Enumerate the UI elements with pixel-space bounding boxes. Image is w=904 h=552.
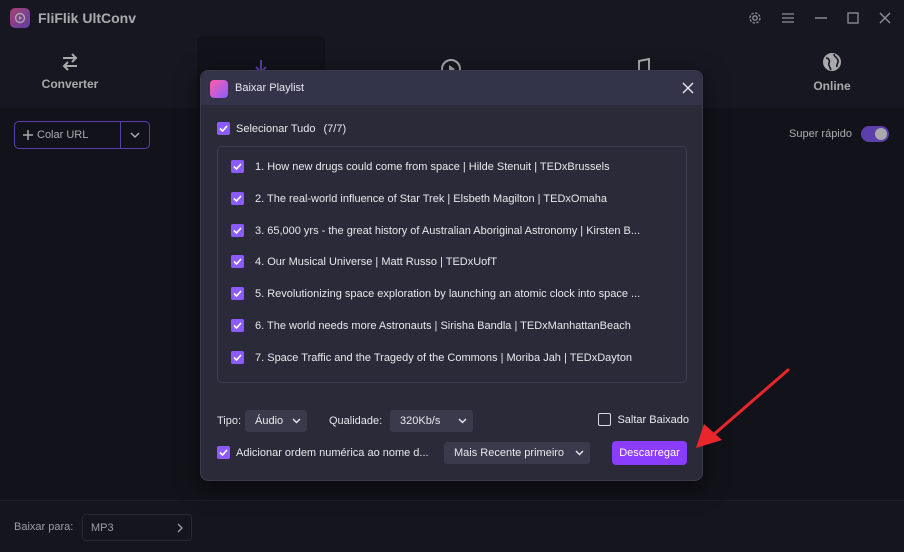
item-title: 4. Our Musical Universe | Matt Russo | T… [255, 255, 498, 268]
list-item[interactable]: 3. 65,000 yrs - the great history of Aus… [231, 224, 671, 237]
select-all-label: Selecionar Tudo [236, 122, 316, 135]
item-check-icon[interactable] [231, 160, 244, 173]
select-all-count: (7/7) [323, 122, 347, 135]
item-title: 6. The world needs more Astronauts | Sir… [255, 319, 631, 332]
item-title: 5. Revolutionizing space exploration by … [255, 287, 641, 300]
type-value: Áudio [255, 415, 284, 427]
dialog-title: Baixar Playlist [235, 82, 305, 94]
select-all-check-icon [217, 122, 230, 135]
list-item[interactable]: 2. The real-world influence of Star Trek… [231, 192, 671, 205]
item-title: 7. Space Traffic and the Tragedy of the … [255, 351, 633, 364]
item-check-icon[interactable] [231, 287, 244, 300]
list-item[interactable]: 7. Space Traffic and the Tragedy of the … [231, 351, 671, 364]
annotation-arrow-icon [696, 368, 790, 448]
quality-label: Qualidade: [329, 415, 383, 427]
chevron-down-icon [292, 418, 301, 424]
dialog-header: Baixar Playlist [201, 71, 702, 105]
item-title: 3. 65,000 yrs - the great history of Aus… [255, 224, 640, 237]
dialog-close-icon[interactable] [680, 80, 696, 96]
type-label: Tipo: [217, 415, 242, 427]
list-item[interactable]: 6. The world needs more Astronauts | Sir… [231, 319, 671, 332]
numeric-order-checkbox[interactable]: Adicionar ordem numérica ao nome d... [217, 446, 429, 459]
dialog-logo-icon [210, 80, 228, 98]
options-row: Tipo: Áudio Qualidade: 320Kb/s Saltar Ba… [217, 410, 689, 432]
order-row: Adicionar ordem numérica ao nome d... Ma… [217, 441, 689, 465]
list-item[interactable]: 5. Revolutionizing space exploration by … [231, 287, 671, 300]
download-button[interactable]: Descarregar [612, 441, 687, 465]
quality-value: 320Kb/s [400, 415, 441, 427]
numeric-order-label: Adicionar ordem numérica ao nome d... [236, 446, 429, 459]
playlist-dialog: Baixar Playlist Selecionar Tudo (7/7) 1.… [200, 70, 703, 481]
item-check-icon[interactable] [231, 192, 244, 205]
item-title: 1. How new drugs could come from space |… [255, 160, 610, 173]
skip-downloaded-checkbox[interactable]: Saltar Baixado [598, 413, 689, 426]
sort-order-value: Mais Recente primeiro [454, 447, 565, 459]
item-check-icon[interactable] [231, 351, 244, 364]
item-check-icon[interactable] [231, 224, 244, 237]
order-check-icon [217, 446, 230, 459]
skip-check-icon [598, 413, 612, 426]
select-all-checkbox[interactable]: Selecionar Tudo (7/7) [217, 122, 346, 135]
item-check-icon[interactable] [231, 255, 244, 268]
quality-select[interactable]: 320Kb/s [390, 410, 473, 432]
chevron-down-icon [458, 418, 467, 424]
item-check-icon[interactable] [231, 319, 244, 332]
skip-downloaded-label: Saltar Baixado [617, 413, 689, 426]
list-item[interactable]: 4. Our Musical Universe | Matt Russo | T… [231, 255, 671, 268]
playlist-list: 1. How new drugs could come from space |… [217, 146, 687, 383]
chevron-down-icon [575, 450, 584, 456]
sort-order-select[interactable]: Mais Recente primeiro [444, 442, 590, 464]
type-select[interactable]: Áudio [245, 410, 307, 432]
item-title: 2. The real-world influence of Star Trek… [255, 192, 607, 205]
list-item[interactable]: 1. How new drugs could come from space |… [231, 160, 671, 173]
